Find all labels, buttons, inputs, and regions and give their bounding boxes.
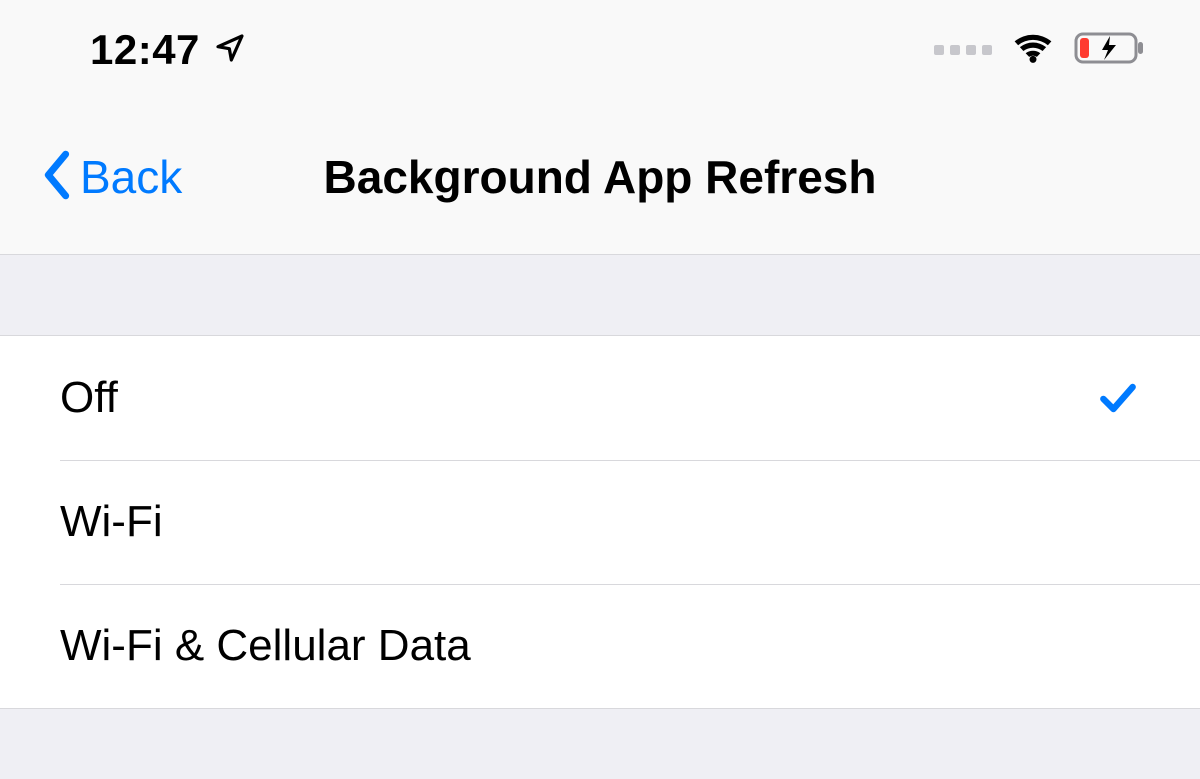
status-bar: 12:47 <box>0 0 1200 100</box>
option-list: Off Wi-Fi Wi-Fi & Cellular Data <box>0 335 1200 709</box>
status-left: 12:47 <box>90 26 246 74</box>
checkmark-icon <box>1096 376 1140 420</box>
status-time: 12:47 <box>90 26 200 74</box>
back-button[interactable]: Back <box>40 149 182 206</box>
option-wifi-cellular[interactable]: Wi-Fi & Cellular Data <box>0 584 1200 708</box>
battery-low-charging-icon <box>1074 28 1150 73</box>
bottom-gap <box>0 709 1200 779</box>
option-label: Wi-Fi <box>60 497 163 547</box>
back-label: Back <box>80 150 182 204</box>
wifi-icon <box>1012 27 1054 74</box>
nav-header: Back Background App Refresh <box>0 100 1200 255</box>
nav-title: Background App Refresh <box>324 150 877 204</box>
option-label: Wi-Fi & Cellular Data <box>60 621 471 671</box>
option-off[interactable]: Off <box>0 336 1200 460</box>
table-gap <box>0 255 1200 335</box>
chevron-left-icon <box>40 149 74 206</box>
page-dots-icon <box>934 45 992 55</box>
location-icon <box>214 32 246 69</box>
option-wifi[interactable]: Wi-Fi <box>0 460 1200 584</box>
status-right <box>934 27 1150 74</box>
option-label: Off <box>60 373 118 423</box>
